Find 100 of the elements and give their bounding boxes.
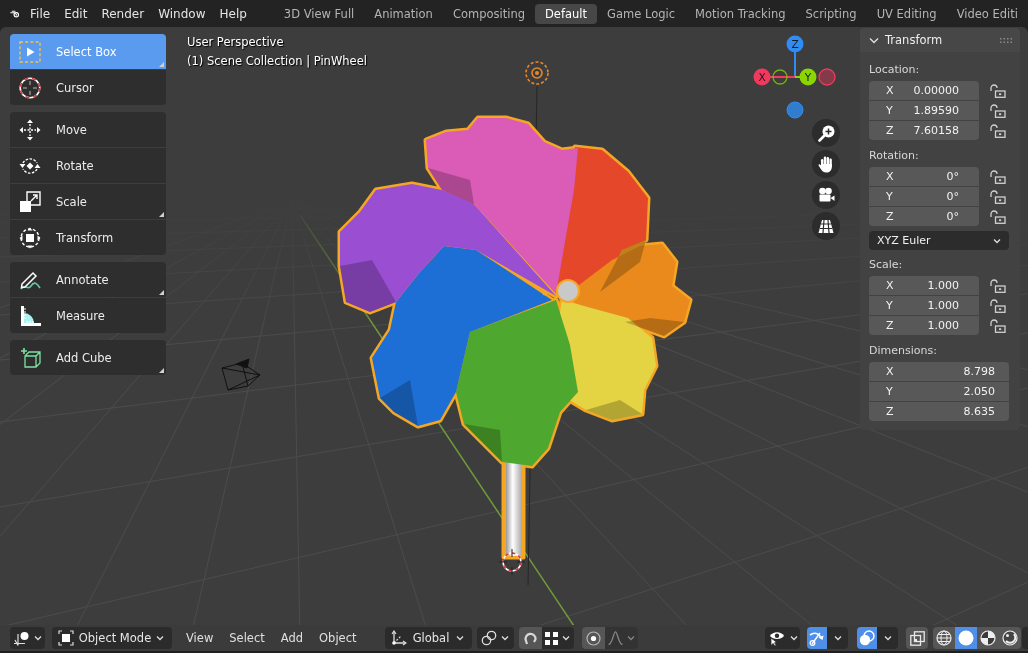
open-padlock-icon[interactable] (990, 103, 1006, 118)
menu-item[interactable]: Select (221, 628, 273, 648)
magnifier-plus-icon (817, 124, 835, 142)
tool-button[interactable]: Annotate (10, 262, 166, 297)
number-field[interactable]: Y 0° (869, 187, 979, 206)
menu-item[interactable]: File (23, 3, 58, 24)
move-arrows-icon (19, 118, 41, 141)
workspace-tab[interactable]: Scripting (795, 3, 867, 24)
light-object-icon (525, 61, 549, 85)
snap-toggle[interactable] (518, 627, 542, 649)
section-label: Rotation: (869, 148, 920, 164)
overlay-toggle[interactable] (857, 627, 877, 649)
workspace-tab[interactable]: Compositing (442, 3, 535, 24)
gizmo-options-dropdown[interactable] (827, 627, 848, 649)
axis-label: X (758, 70, 766, 83)
wireframe-shading-button[interactable] (933, 627, 955, 649)
zoom-button[interactable] (812, 119, 840, 147)
number-field[interactable]: Y 1.000 (869, 296, 979, 315)
perspective-toggle-button[interactable] (812, 212, 840, 240)
menu-item[interactable]: Help (212, 3, 254, 24)
menu-item[interactable]: Object (311, 628, 365, 648)
editor-type-button[interactable] (10, 627, 45, 649)
overlapping-squares-icon (909, 630, 925, 646)
number-field[interactable]: Z 8.635 (869, 402, 1009, 421)
tool-button[interactable]: Rotate (10, 148, 166, 183)
number-field[interactable]: X 1.000 (869, 276, 979, 295)
negative-axis-ball[interactable] (818, 68, 836, 86)
caret-icon (562, 635, 570, 641)
number-field[interactable]: Y 1.89590 (869, 101, 979, 120)
axis-ball[interactable] (753, 68, 771, 86)
workspace-tab[interactable]: Game Logic (597, 3, 685, 24)
proportional-editing-toggle[interactable] (581, 627, 605, 649)
number-field[interactable]: X 0° (869, 167, 979, 186)
menu-item[interactable]: Add (272, 628, 312, 648)
cursor-3d-icon (498, 548, 526, 576)
axes-ball-icon (13, 630, 30, 646)
open-padlock-icon[interactable] (990, 278, 1006, 293)
tool-button[interactable]: Scale (10, 184, 166, 219)
number-field[interactable]: Z 0° (869, 207, 979, 226)
curved-arrow-icon (809, 630, 825, 646)
rendered-shading-button[interactable] (999, 627, 1021, 649)
material-shading-button[interactable] (977, 627, 999, 649)
number-field[interactable]: X 0.00000 (869, 81, 979, 100)
select-box-icon (19, 40, 41, 63)
orientation-dropdown[interactable]: Global (384, 627, 472, 649)
tool-button[interactable]: Cursor (10, 70, 166, 105)
tool-button[interactable]: Move (10, 112, 166, 147)
workspace-tab[interactable]: Video Editi (946, 3, 1028, 24)
scale-squares-icon (19, 190, 41, 213)
open-padlock-icon[interactable] (990, 123, 1006, 138)
number-field[interactable]: Y 2.050 (869, 382, 1009, 401)
caret-icon (455, 635, 464, 641)
ruler-protractor-icon (19, 304, 41, 327)
open-padlock-icon[interactable] (990, 318, 1006, 333)
workspace-tab[interactable]: 3D View Full (273, 3, 365, 24)
snap-target-dropdown[interactable] (541, 627, 574, 649)
caret-icon (501, 635, 509, 641)
section-label: Location: (869, 62, 921, 78)
axis-ball[interactable] (799, 68, 817, 86)
circle-dot-icon (585, 630, 601, 646)
tool-button[interactable]: Measure (10, 298, 166, 333)
caret-icon (626, 635, 635, 641)
workspace-tab[interactable]: Motion Tracking (685, 3, 796, 24)
caret-icon (34, 635, 42, 641)
open-padlock-icon[interactable] (990, 169, 1006, 184)
tool-button[interactable]: Add Cube (10, 340, 166, 375)
drag-handle-icon[interactable] (1000, 37, 1012, 43)
pan-button[interactable] (812, 150, 840, 178)
tool-button[interactable]: Transform (10, 220, 166, 255)
open-padlock-icon[interactable] (990, 83, 1006, 98)
mode-dropdown[interactable]: Object Mode (52, 627, 172, 649)
negative-axis-ball[interactable] (786, 101, 804, 119)
camera-view-button[interactable] (812, 181, 840, 209)
number-field[interactable]: Z 1.000 (869, 316, 979, 335)
open-padlock-icon[interactable] (990, 209, 1006, 224)
number-field[interactable]: Z 7.60158 (869, 121, 979, 140)
number-field[interactable]: X 8.798 (869, 362, 1009, 381)
workspace-tab[interactable]: Default (535, 3, 598, 24)
visibility-dropdown[interactable] (765, 627, 800, 649)
workspace-tab[interactable]: Animation (364, 3, 443, 24)
rotation-mode-dropdown[interactable]: XYZ Euler (869, 231, 1009, 250)
half-filled-sphere-icon (980, 630, 996, 646)
overlay-options-dropdown[interactable] (877, 627, 898, 649)
pivot-point-button[interactable] (476, 627, 514, 649)
caret-icon (883, 635, 892, 641)
gizmo-toggle[interactable] (807, 627, 827, 649)
collection-label: (1) Scene Collection | PinWheel (187, 53, 367, 70)
open-padlock-icon[interactable] (990, 298, 1006, 313)
x-ray-toggle[interactable] (906, 627, 928, 649)
panel-header[interactable]: Transform (860, 28, 1020, 52)
axis-ball[interactable] (786, 35, 804, 53)
menu-item[interactable]: View (178, 628, 222, 648)
plus-cube-icon (19, 346, 41, 369)
workspace-tab[interactable]: UV Editing (866, 3, 947, 24)
menu-item[interactable]: Render (94, 3, 152, 24)
open-padlock-icon[interactable] (990, 189, 1006, 204)
overlapping-circles-icon (859, 630, 875, 646)
menu-item[interactable]: Edit (57, 3, 95, 24)
menu-item[interactable]: Window (151, 3, 213, 24)
grid-dots-icon (545, 631, 558, 645)
